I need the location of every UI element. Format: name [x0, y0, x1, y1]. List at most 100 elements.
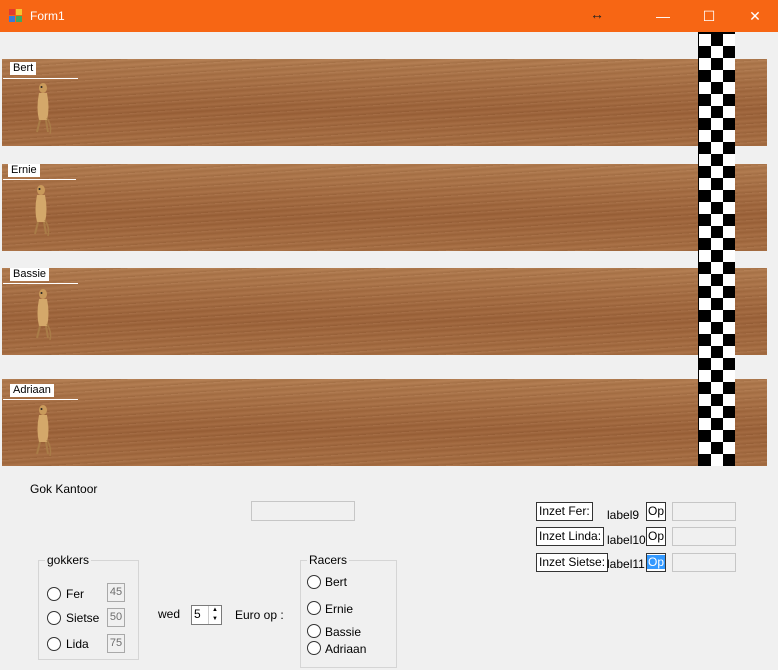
finish-square	[711, 214, 723, 226]
finish-square	[699, 442, 711, 454]
racer-label-adriaan: Adriaan	[325, 642, 367, 656]
finish-square	[723, 274, 735, 286]
gambler-label-lida: Lida	[66, 637, 89, 651]
wed-label: wed	[158, 607, 181, 621]
meerkat-runner-icon[interactable]	[26, 182, 56, 238]
op-button-sietse[interactable]: Op	[646, 553, 666, 572]
finish-square	[699, 154, 711, 166]
finish-line-flag	[698, 32, 735, 466]
finish-square	[699, 322, 711, 334]
finish-square	[711, 238, 723, 250]
finish-square	[711, 166, 723, 178]
finish-square	[711, 358, 723, 370]
finish-square	[711, 118, 723, 130]
radio-racer-adriaan[interactable]	[307, 641, 321, 655]
finish-square	[723, 322, 735, 334]
radio-racer-bassie[interactable]	[307, 624, 321, 638]
finish-square	[711, 286, 723, 298]
bet-amount-value: 5	[194, 607, 201, 621]
finish-square	[723, 154, 735, 166]
finish-square	[711, 142, 723, 154]
stepper-arrows-icon[interactable]: ▲ ▼	[208, 606, 221, 624]
lane-label-adriaan: Adriaan	[10, 384, 54, 397]
op-button-linda[interactable]: Op	[646, 527, 666, 546]
race-track-3	[2, 268, 767, 355]
radio-racer-ernie[interactable]	[307, 601, 321, 615]
app-icon	[9, 9, 23, 23]
lane-divider	[3, 399, 78, 400]
radio-gambler-lida[interactable]	[47, 637, 61, 651]
bet-textbox-sietse[interactable]	[672, 553, 736, 572]
gambler-amount-fer: 45	[107, 583, 125, 602]
minimize-button[interactable]: —	[640, 0, 686, 32]
finish-square	[723, 394, 735, 406]
gambler-label-sietse: Sietse	[66, 611, 100, 625]
betting-office-label: Gok Kantoor	[30, 482, 98, 496]
finish-square	[699, 130, 711, 142]
finish-square	[699, 202, 711, 214]
window-edge	[767, 32, 778, 670]
finish-square	[723, 58, 735, 70]
finish-square	[711, 46, 723, 58]
race-track-2	[2, 164, 767, 251]
bet-value-sietse: label11	[607, 557, 645, 571]
title-bar[interactable]: Form1 ↔ — ☐ ✕	[0, 0, 778, 32]
radio-racer-bert[interactable]	[307, 575, 321, 589]
finish-square	[711, 310, 723, 322]
finish-square	[699, 106, 711, 118]
bet-amount-stepper[interactable]: 5 ▲ ▼	[191, 605, 222, 625]
finish-square	[723, 418, 735, 430]
finish-square	[699, 250, 711, 262]
radio-gambler-fer[interactable]	[47, 587, 61, 601]
finish-square	[723, 130, 735, 142]
meerkat-runner-icon[interactable]	[28, 80, 58, 136]
window-title: Form1	[30, 9, 65, 23]
racer-label-ernie: Ernie	[325, 602, 354, 616]
finish-square	[699, 34, 711, 46]
close-button[interactable]: ✕	[732, 0, 778, 32]
finish-square	[723, 202, 735, 214]
racer-label-bassie: Bassie	[325, 625, 362, 639]
radio-gambler-sietse[interactable]	[47, 611, 61, 625]
gamblers-group-title: gokkers	[45, 553, 92, 567]
bet-label-fer: Inzet Fer:	[536, 502, 593, 521]
finish-square	[711, 94, 723, 106]
lane-divider	[3, 179, 76, 180]
bet-label-sietse: Inzet Sietse:	[536, 553, 609, 572]
bet-label-linda: Inzet Linda:	[536, 527, 605, 546]
gambler-amount-sietse: 50	[107, 608, 125, 627]
race-track-1	[2, 59, 767, 146]
lane-divider	[3, 78, 78, 79]
racer-label-bert: Bert	[325, 575, 348, 589]
finish-square	[723, 226, 735, 238]
meerkat-runner-icon[interactable]	[28, 402, 58, 458]
finish-square	[723, 370, 735, 382]
finish-square	[711, 406, 723, 418]
betting-office-textbox[interactable]	[251, 501, 355, 521]
finish-square	[699, 394, 711, 406]
finish-square	[723, 106, 735, 118]
finish-square	[723, 442, 735, 454]
finish-square	[711, 334, 723, 346]
bet-value-linda: label10	[607, 533, 646, 547]
bet-value-fer: label9	[607, 508, 640, 522]
finish-square	[711, 454, 723, 466]
finish-square	[699, 346, 711, 358]
op-button-sietse-text: Op	[647, 555, 666, 569]
finish-square	[723, 346, 735, 358]
resize-cursor-icon: ↔	[590, 6, 604, 22]
finish-square	[699, 370, 711, 382]
finish-square	[699, 298, 711, 310]
lane-label-bert: Bert	[10, 62, 37, 75]
finish-square	[711, 262, 723, 274]
finish-square	[711, 382, 723, 394]
op-button-fer[interactable]: Op	[646, 502, 666, 521]
lane-label-ernie: Ernie	[8, 164, 40, 177]
bet-textbox-fer[interactable]	[672, 502, 736, 521]
maximize-button[interactable]: ☐	[686, 0, 732, 32]
finish-square	[723, 34, 735, 46]
finish-square	[699, 418, 711, 430]
bet-textbox-linda[interactable]	[672, 527, 736, 546]
gambler-label-fer: Fer	[66, 587, 84, 601]
meerkat-runner-icon[interactable]	[28, 286, 58, 342]
